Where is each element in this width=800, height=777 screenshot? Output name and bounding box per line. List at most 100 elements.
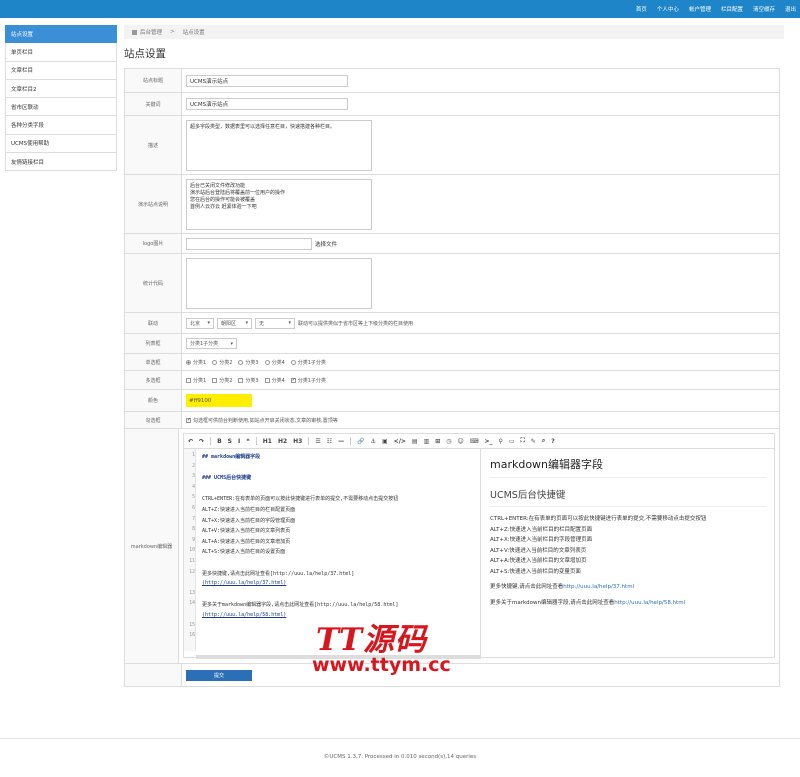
label-checkbox: 多选框 bbox=[125, 371, 182, 389]
preview-text: 更多关于markdown编辑器字段,请点击此网址查看 bbox=[490, 599, 615, 606]
italic-icon[interactable]: I bbox=[238, 438, 240, 445]
label-markdown: markdown编辑器 bbox=[125, 429, 179, 663]
top-navbar: 首页 个人中心 帐户管理 栏目配置 清空缓存 退出 bbox=[0, 0, 800, 18]
line-number: 5 bbox=[192, 495, 195, 501]
checkbox-option-3[interactable]: 分类3 bbox=[238, 377, 259, 384]
radio-option-5[interactable]: 分类1子分类 bbox=[290, 359, 326, 366]
site-title-input[interactable]: UCMS演示站点 bbox=[186, 75, 348, 87]
nav-logout-link[interactable]: 退出 bbox=[785, 5, 796, 13]
preview-line: ALT+A:快速进入当前栏目的文章增加页 bbox=[490, 558, 587, 564]
hr-icon[interactable]: — bbox=[338, 438, 344, 445]
nav-column-config-link[interactable]: 栏目配置 bbox=[721, 5, 743, 13]
code-icon[interactable]: </> bbox=[394, 438, 406, 445]
table-icon[interactable]: ▥ bbox=[424, 438, 430, 445]
nav-home-link[interactable]: 首页 bbox=[636, 5, 647, 13]
help-icon[interactable]: ? bbox=[551, 438, 554, 445]
radio-option-3[interactable]: 分类3 bbox=[238, 359, 259, 366]
description-textarea[interactable]: 超多字段类型，数据表里可以选择任意栏目，快速搭建各种栏目。 bbox=[186, 119, 372, 171]
breadcrumb-separator: > bbox=[170, 29, 175, 35]
preview-more-2: 更多关于markdown编辑器字段,请点击此网址查看http://uuu.la/… bbox=[490, 598, 767, 609]
nav-profile-link[interactable]: 个人中心 bbox=[657, 5, 679, 13]
nav-clear-cache-link[interactable]: 清空缓存 bbox=[753, 5, 775, 13]
sidebar-item-single-page[interactable]: 单页栏目 bbox=[5, 43, 117, 62]
bold-icon[interactable]: B bbox=[217, 438, 222, 445]
stats-code-textarea[interactable] bbox=[186, 257, 372, 309]
preview-line: ALT+V:快速进入当前栏目的文章列表页 bbox=[490, 547, 587, 554]
line-number: 3 bbox=[192, 474, 195, 480]
terminal-icon[interactable]: >_ bbox=[484, 438, 492, 445]
line-number: 11 bbox=[189, 559, 195, 564]
sidebar-item-region-linkage[interactable]: 省市区联动 bbox=[5, 98, 117, 117]
clock-icon[interactable]: ◷ bbox=[446, 438, 451, 445]
list-select[interactable]: 分类1子分类 ▾ bbox=[186, 338, 237, 349]
sidebar-item-category-fields[interactable]: 各种分类字段 bbox=[5, 116, 117, 135]
sidebar-item-friend-links[interactable]: 友情链接栏目 bbox=[5, 153, 117, 172]
top-nav-links: 首页 个人中心 帐户管理 栏目配置 清空缓存 退出 bbox=[626, 0, 796, 18]
fullscreen-icon[interactable]: ⛶ bbox=[521, 437, 525, 445]
logo-input[interactable] bbox=[186, 237, 312, 250]
row-demo-note: 演示站点说明 后台已关闭文件修改功能 演示站后台登陆后将覆盖前一位用户的操作 您… bbox=[125, 175, 779, 234]
search-icon[interactable]: ⌕ bbox=[542, 437, 545, 445]
radio-checked-icon bbox=[186, 359, 191, 365]
row-stats-code: 统计代码 bbox=[125, 254, 779, 313]
emoji-icon[interactable]: ☺ bbox=[458, 438, 464, 445]
code-block-icon[interactable]: ▤ bbox=[412, 438, 418, 445]
quote-icon[interactable]: ❝ bbox=[246, 438, 250, 445]
row-list: 列表框 分类1子分类 ▾ bbox=[125, 334, 779, 354]
sidebar-item-articles[interactable]: 文章栏目 bbox=[5, 61, 117, 80]
radio-option-1[interactable]: 分类1 bbox=[186, 359, 206, 366]
link-icon[interactable]: 🔗 bbox=[357, 438, 364, 445]
sidebar: 站点设置 单页栏目 文章栏目 文章栏目2 省市区联动 各种分类字段 UCMS使用… bbox=[5, 25, 117, 172]
grid-icon[interactable]: ⊞ bbox=[435, 438, 440, 445]
breadcrumb-home[interactable]: 后台管理 bbox=[140, 28, 162, 36]
undo-icon[interactable]: ↶ bbox=[188, 438, 193, 445]
province-select[interactable]: 北京 ▾ bbox=[186, 317, 214, 329]
h3-icon[interactable]: H3 bbox=[293, 438, 302, 445]
sidebar-item-site-settings[interactable]: 站点设置 bbox=[5, 25, 117, 44]
clear-icon[interactable]: ✎ bbox=[531, 438, 536, 445]
radio-option-4[interactable]: 分类4 bbox=[264, 359, 285, 366]
checkbox-option-2[interactable]: 分类2 bbox=[212, 377, 232, 384]
row-radio: 单选框 分类1 分类2 分类3 分类4 分类1子分类 bbox=[125, 354, 779, 371]
code-line: ### UCMS后台快捷键 bbox=[202, 475, 252, 482]
redo-icon[interactable]: ↷ bbox=[199, 438, 204, 445]
preview-link-37[interactable]: http://uuu.la/help/37.html bbox=[563, 584, 634, 590]
checkbox-option-1[interactable]: 分类1 bbox=[186, 377, 206, 384]
h1-icon[interactable]: H1 bbox=[263, 438, 272, 445]
choose-file-button[interactable]: 选择文件 bbox=[315, 240, 337, 248]
checkbox-icon bbox=[238, 377, 244, 383]
checkbox-option-label: 分类1 bbox=[193, 377, 207, 384]
keywords-input[interactable]: UCMS演示站点 bbox=[186, 98, 348, 110]
sub-select[interactable]: 无 ▾ bbox=[255, 317, 295, 329]
preview-link-58[interactable]: http://uuu.la/help/58.html bbox=[614, 600, 685, 606]
checkbox-option-5[interactable]: 分类1子分类 bbox=[290, 377, 326, 384]
radio-option-label: 分类4 bbox=[271, 359, 285, 366]
nav-account-link[interactable]: 帐户管理 bbox=[689, 5, 711, 13]
ordered-list-icon[interactable]: ☷ bbox=[327, 438, 332, 445]
search-code-icon[interactable]: ⚲ bbox=[499, 438, 503, 445]
radio-option-label: 分类1子分类 bbox=[297, 359, 326, 366]
line-number: 13 bbox=[189, 590, 195, 596]
row-logo: logo图片 选择文件 bbox=[125, 234, 779, 254]
image-icon[interactable]: ▣ bbox=[382, 438, 388, 445]
editor-preview-pane: markdown编辑器字段 UCMS后台快捷键 CTRL+ENTER:在有表单的… bbox=[482, 449, 775, 659]
html-entity-icon[interactable]: ⌨ bbox=[470, 438, 479, 445]
radio-option-label: 分类3 bbox=[245, 359, 259, 366]
sidebar-item-articles-2[interactable]: 文章栏目2 bbox=[5, 79, 117, 99]
code-line: (http://uuu.la/help/37.html) bbox=[202, 580, 287, 587]
radio-icon bbox=[212, 359, 218, 365]
color-input[interactable]: #ff9100 bbox=[186, 394, 252, 407]
radio-option-2[interactable]: 分类2 bbox=[212, 359, 232, 366]
submit-button[interactable]: 提交 bbox=[186, 669, 252, 681]
tick-hint: 勾选框可供前台判断使用,如站点开启关闭状态,文章的审核,置顶等 bbox=[193, 417, 338, 424]
demo-note-textarea[interactable]: 后台已关闭文件修改功能 演示站后台登陆后将覆盖前一位用户的操作 您在后台的操作可… bbox=[186, 178, 372, 230]
preview-icon[interactable]: ▭ bbox=[509, 438, 515, 445]
checkbox-option-4[interactable]: 分类4 bbox=[264, 377, 285, 384]
unordered-list-icon[interactable]: ☰ bbox=[315, 438, 320, 445]
district-select[interactable]: 朝阳区 ▾ bbox=[217, 317, 252, 329]
tick-checkbox[interactable] bbox=[186, 417, 191, 423]
strikethrough-icon[interactable]: S bbox=[228, 438, 232, 445]
sidebar-item-help[interactable]: UCMS使用帮助 bbox=[5, 134, 117, 154]
h2-icon[interactable]: H2 bbox=[278, 438, 287, 445]
anchor-icon[interactable]: ⚓ bbox=[371, 438, 376, 445]
